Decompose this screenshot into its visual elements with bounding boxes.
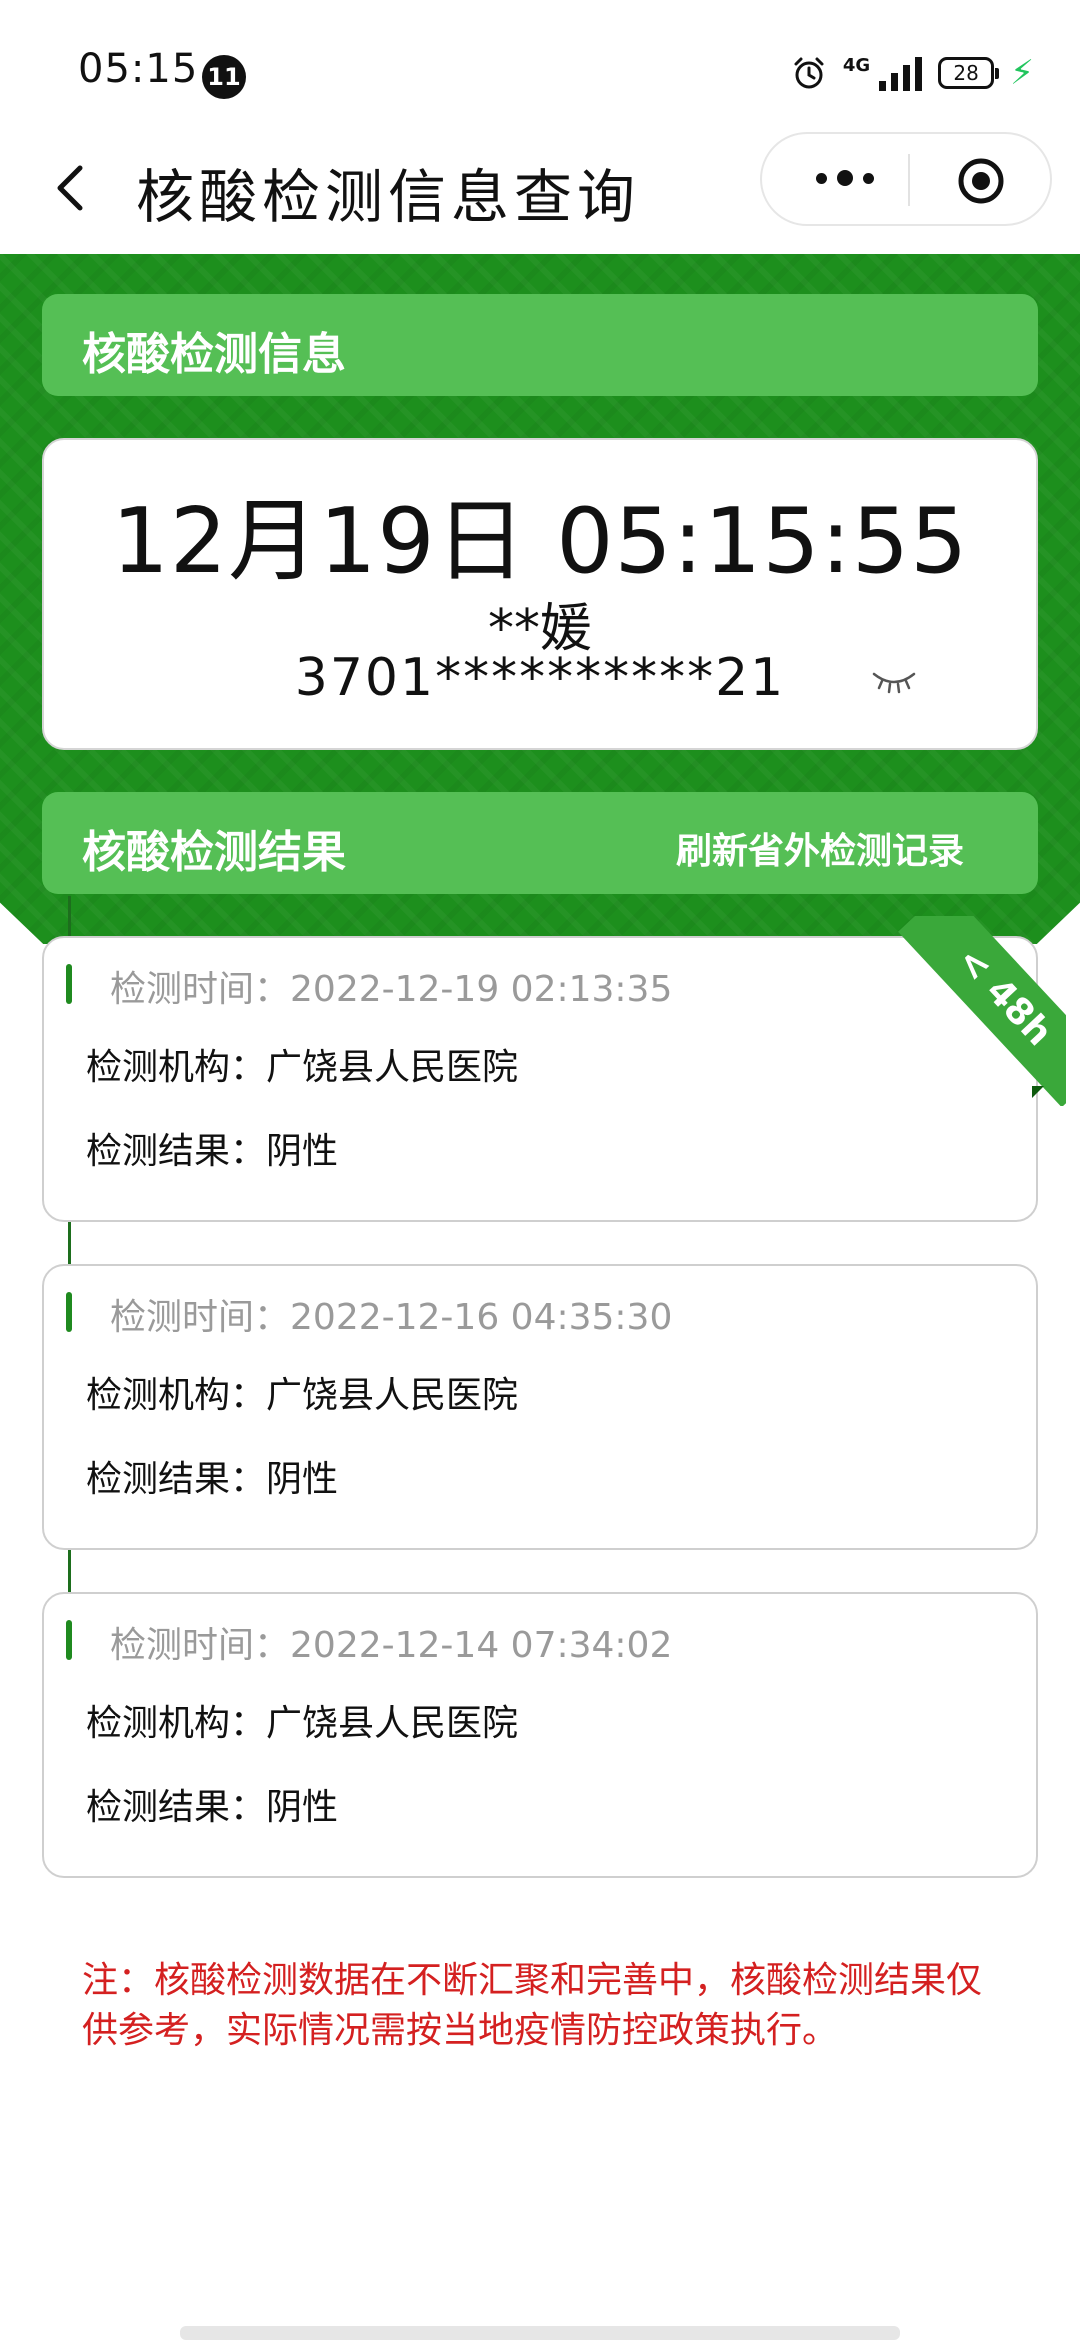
identity-card: 12月19日 05:15:55 **媛 3701**********21 xyxy=(42,438,1038,750)
chevron-left-icon[interactable] xyxy=(44,158,104,218)
refresh-outside-records-button[interactable]: 刷新省外检测记录 xyxy=(676,822,964,874)
page-title: 核酸检测信息查询 xyxy=(136,163,641,231)
test-record-card[interactable]: 检测时间：2022-12-14 07:34:02 检测机构：广饶县人民医院 检测… xyxy=(42,1592,1038,1878)
record-time-label: 检测时间： xyxy=(110,1297,291,1338)
charging-bolt-icon: ⚡ xyxy=(1010,53,1034,93)
record-time-value: 2022-12-14 07:34:02 xyxy=(290,1625,673,1666)
battery-icon: 28 xyxy=(938,57,1000,89)
test-record-card[interactable]: 检测时间：2022-12-16 04:35:30 检测机构：广饶县人民医院 检测… xyxy=(42,1264,1038,1550)
record-organization: 检测机构：广饶县人民医院 xyxy=(86,1375,519,1416)
record-time: 检测时间：2022-12-19 02:13:35 xyxy=(110,960,672,1012)
ribbon-fold xyxy=(1032,1086,1044,1098)
record-time: 检测时间：2022-12-14 07:34:02 xyxy=(110,1616,672,1668)
disclaimer-note: 注：核酸检测数据在不断汇聚和完善中，核酸检测结果仅供参考，实际情况需按当地疫情防… xyxy=(82,1960,983,2051)
record-marker xyxy=(66,1292,72,1332)
record-organization: 检测机构：广饶县人民医院 xyxy=(86,1703,519,1744)
status-bar: 05:15 11 4G 28 ⚡ xyxy=(0,0,1080,140)
within-48h-ribbon: < 48h xyxy=(894,916,1066,1106)
status-icons: 4G 28 ⚡ xyxy=(791,50,1034,96)
record-result: 检测结果：阴性 xyxy=(86,1787,339,1828)
record-time-value: 2022-12-16 04:35:30 xyxy=(290,1297,673,1338)
alarm-clock-icon xyxy=(794,57,824,89)
record-time: 检测时间：2022-12-16 04:35:30 xyxy=(110,1288,672,1340)
record-marker xyxy=(66,964,72,1004)
record-result: 检测结果：阴性 xyxy=(86,1459,339,1500)
more-dots-icon[interactable] xyxy=(816,170,874,186)
network-type: 4G xyxy=(842,55,871,76)
status-time: 05:15 xyxy=(78,46,199,92)
info-section-bar: 核酸检测信息 xyxy=(42,294,1038,396)
notification-count-badge: 11 xyxy=(202,55,246,99)
record-organization: 检测机构：广饶县人民医院 xyxy=(86,1047,519,1088)
record-time-label: 检测时间： xyxy=(110,969,291,1010)
nav-bar: 核酸检测信息查询 xyxy=(0,130,1080,254)
record-time-label: 检测时间： xyxy=(110,1625,291,1666)
within-48h-label: < 48h xyxy=(898,916,1066,1106)
target-circle-icon[interactable] xyxy=(956,156,1006,206)
current-datetime: 12月19日 05:15:55 xyxy=(111,489,969,594)
record-marker xyxy=(66,1620,72,1660)
capsule-divider xyxy=(908,154,910,206)
result-section-bar: 核酸检测结果 刷新省外检测记录 xyxy=(42,792,1038,894)
info-section-label: 核酸检测信息 xyxy=(82,329,346,380)
eye-closed-icon[interactable] xyxy=(870,666,918,696)
result-section-label: 核酸检测结果 xyxy=(82,827,346,878)
record-time-value: 2022-12-19 02:13:35 xyxy=(290,969,673,1010)
signal-strength-icon: 4G xyxy=(842,55,923,91)
record-result: 检测结果：阴性 xyxy=(86,1131,339,1172)
mini-program-capsule xyxy=(760,132,1052,226)
home-indicator[interactable] xyxy=(180,2326,900,2340)
test-record-card[interactable]: 检测时间：2022-12-19 02:13:35 检测机构：广饶县人民医院 检测… xyxy=(42,936,1038,1222)
